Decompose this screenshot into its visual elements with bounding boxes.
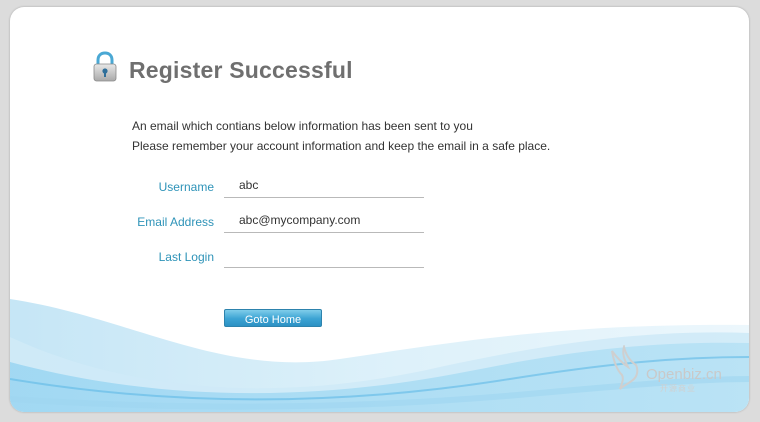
- goto-home-button[interactable]: Goto Home: [224, 309, 322, 327]
- logo-text: Openbiz.cn: [646, 366, 722, 383]
- username-label: Username: [158, 180, 214, 194]
- register-card: Register Successful An email which conti…: [10, 7, 749, 412]
- info-message-line2: Please remember your account information…: [132, 139, 551, 153]
- openbiz-logo: Openbiz.cn 开源商业: [608, 345, 738, 395]
- info-message-line1: An email which contians below informatio…: [132, 119, 473, 133]
- email-field[interactable]: abc@mycompany.com: [224, 210, 424, 233]
- username-field[interactable]: abc: [224, 175, 424, 198]
- page-title: Register Successful: [129, 57, 353, 83]
- username-value: abc: [239, 178, 259, 192]
- last-login-label: Last Login: [158, 250, 214, 264]
- email-label: Email Address: [137, 215, 214, 229]
- logo-subtext: 开源商业: [660, 384, 696, 393]
- lock-icon: [93, 51, 117, 82]
- email-value: abc@mycompany.com: [239, 213, 361, 227]
- bird-icon: [611, 345, 639, 390]
- last-login-field[interactable]: [224, 245, 424, 268]
